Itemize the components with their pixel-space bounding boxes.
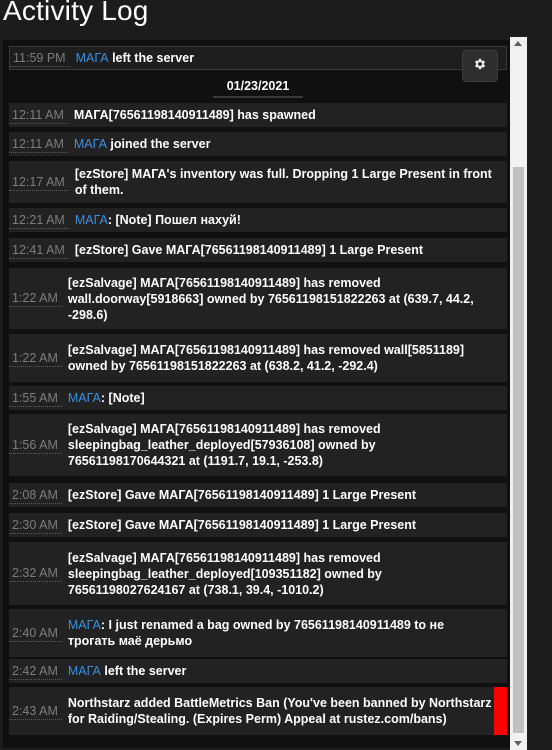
- entry-time[interactable]: 1:22 AM: [9, 290, 62, 307]
- entry-text: [ezSalvage] МАГА[76561198140911489] has …: [67, 343, 465, 373]
- activity-log-list[interactable]: 11:59 PM МАГА left the server 01/23/2021…: [3, 40, 510, 748]
- gear-icon: [473, 57, 487, 76]
- vertical-scrollbar[interactable]: [510, 37, 527, 750]
- player-link[interactable]: МАГА: [68, 618, 101, 632]
- entry-text: МАГА joined the server: [73, 137, 211, 151]
- log-entry[interactable]: 1:22 AM [ezSalvage] МАГА[765611981409114…: [9, 334, 507, 382]
- scroll-up-icon[interactable]: [514, 41, 522, 46]
- entry-time[interactable]: 2:30 AM: [9, 517, 62, 534]
- entry-text: МАГА left the server: [67, 664, 187, 678]
- player-link[interactable]: МАГА: [68, 664, 101, 678]
- log-entry[interactable]: 2:40 AM МАГА: I just renamed a bag owned…: [9, 609, 507, 657]
- page-title: Activity Log: [3, 0, 149, 26]
- settings-button[interactable]: [462, 50, 498, 82]
- entry-time[interactable]: 1:22 AM: [9, 350, 62, 367]
- entry-text: МАГА: [Note]: [67, 391, 145, 405]
- entry-text: [ezSalvage] МАГА[76561198140911489] has …: [67, 275, 474, 322]
- log-entry[interactable]: 12:17 AM [ezStore] МАГА's inventory was …: [9, 161, 507, 203]
- entry-time[interactable]: 2:42 AM: [9, 663, 62, 680]
- entry-text: [ezSalvage] МАГА[76561198140911489] has …: [67, 550, 382, 597]
- player-link[interactable]: МАГА: [74, 137, 107, 151]
- log-entry[interactable]: 2:32 AM [ezSalvage] МАГА[765611981409114…: [9, 542, 507, 605]
- date-separator: 01/23/2021: [9, 76, 507, 100]
- entry-time[interactable]: 2:40 AM: [9, 625, 62, 642]
- entry-time[interactable]: 12:41 AM: [9, 242, 69, 259]
- ban-marker: [494, 687, 507, 735]
- entry-time[interactable]: 2:08 AM: [9, 487, 62, 504]
- entry-time[interactable]: 11:59 PM: [10, 50, 70, 67]
- entry-text: [ezStore] Gave МАГА[76561198140911489] 1…: [67, 488, 417, 502]
- entry-text: [ezStore] Gave МАГА[76561198140911489] 1…: [74, 243, 423, 257]
- entry-text: [ezSalvage] МАГА[76561198140911489] has …: [67, 422, 381, 468]
- scroll-down-icon[interactable]: [514, 741, 522, 746]
- entry-text: МАГА: I just renamed a bag owned by 7656…: [67, 618, 445, 648]
- log-entry[interactable]: 12:11 AM МАГА[76561198140911489] has spa…: [9, 103, 507, 127]
- log-entry[interactable]: 1:55 AM МАГА: [Note]: [9, 386, 507, 410]
- log-entry[interactable]: 2:08 AM [ezStore] Gave МАГА[765611981409…: [9, 483, 507, 507]
- log-entry[interactable]: 2:30 AM [ezStore] Gave МАГА[765611981409…: [9, 513, 507, 537]
- entry-time[interactable]: 2:43 AM: [9, 703, 62, 720]
- entry-time[interactable]: 1:55 AM: [9, 390, 62, 407]
- log-entry[interactable]: 12:41 AM [ezStore] Gave МАГА[76561198140…: [9, 238, 507, 262]
- entry-time[interactable]: 12:11 AM: [9, 136, 68, 153]
- entry-text: МАГА[76561198140911489] has spawned: [73, 108, 316, 122]
- log-entry[interactable]: 12:21 AM МАГА: [Note] Пошел нахуй!: [9, 208, 507, 232]
- player-link[interactable]: МАГА: [76, 51, 109, 65]
- entry-time[interactable]: 12:11 AM: [9, 107, 68, 124]
- entry-text: МАГА left the server: [75, 51, 195, 65]
- entry-text: Northstarz added BattleMetrics Ban (You'…: [67, 696, 492, 726]
- entry-text: [ezStore] МАГА's inventory was full. Dro…: [74, 167, 492, 197]
- entry-text: МАГА: [Note] Пошел нахуй!: [74, 213, 241, 227]
- log-entry[interactable]: 2:42 AM МАГА left the server: [9, 659, 507, 683]
- log-entry[interactable]: 12:11 AM МАГА joined the server: [9, 132, 507, 156]
- entry-time[interactable]: 12:21 AM: [9, 212, 69, 229]
- scrollbar-thumb[interactable]: [513, 167, 524, 733]
- player-link[interactable]: МАГА: [68, 391, 101, 405]
- log-entry[interactable]: 11:59 PM МАГА left the server: [9, 46, 507, 70]
- log-entry[interactable]: 2:43 AM Northstarz added BattleMetrics B…: [9, 687, 507, 735]
- log-entry[interactable]: 1:22 AM [ezSalvage] МАГА[765611981409114…: [9, 268, 507, 329]
- log-entry[interactable]: 1:56 AM [ezSalvage] МАГА[765611981409114…: [9, 414, 507, 476]
- player-link[interactable]: МАГА: [75, 213, 108, 227]
- entry-time[interactable]: 1:56 AM: [9, 437, 62, 454]
- entry-text: [ezStore] Gave МАГА[76561198140911489] 1…: [67, 518, 417, 532]
- entry-time[interactable]: 2:32 AM: [9, 565, 62, 582]
- entry-time[interactable]: 12:17 AM: [9, 174, 69, 191]
